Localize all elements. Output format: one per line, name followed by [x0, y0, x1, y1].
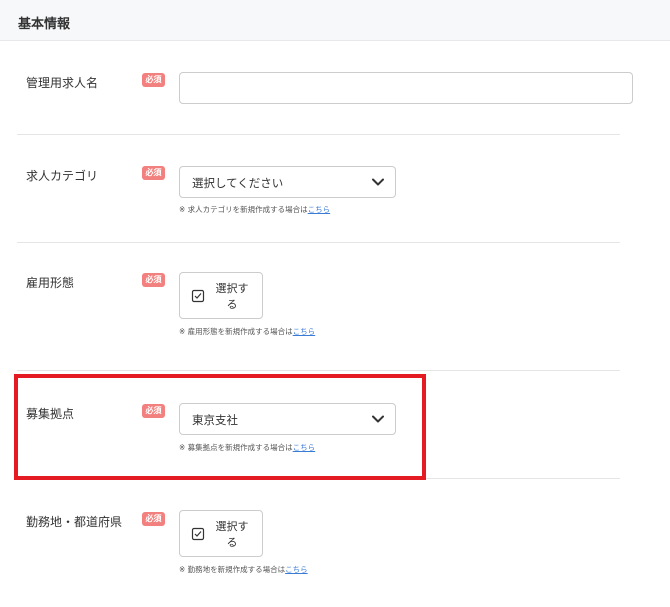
location-note-text: ※ 勤務地を新規作成する場合は: [179, 565, 286, 574]
section-header: 基本情報: [0, 0, 670, 41]
employment-label: 雇用形態: [26, 276, 75, 290]
required-badge: 必須: [142, 73, 165, 87]
divider: [17, 370, 620, 371]
section-title: 基本情報: [18, 17, 71, 32]
job-name-label: 管理用求人名: [26, 76, 99, 90]
highlight-box: [14, 374, 426, 480]
employment-create-link[interactable]: こちら: [293, 327, 316, 336]
category-create-link[interactable]: こちら: [308, 205, 331, 214]
required-badge: 必須: [142, 166, 165, 180]
location-create-link[interactable]: こちら: [285, 565, 308, 574]
category-note-text: ※ 求人カテゴリを新規作成する場合は: [179, 205, 308, 214]
category-select[interactable]: 選択してください: [179, 166, 396, 198]
category-label: 求人カテゴリ: [26, 169, 99, 183]
divider: [17, 134, 620, 135]
chevron-down-icon: [372, 178, 384, 186]
location-button-label: 選択す る: [215, 520, 249, 549]
category-note: ※ 求人カテゴリを新規作成する場合はこちら: [179, 204, 330, 215]
required-badge: 必須: [142, 512, 165, 526]
employment-select-button[interactable]: 選択す る: [179, 272, 263, 319]
location-label: 勤務地・都道府県: [26, 515, 123, 529]
location-select-button[interactable]: 選択す る: [179, 510, 263, 557]
checklist-icon: [191, 289, 205, 303]
category-select-value: 選択してください: [192, 176, 284, 190]
employment-note-text: ※ 雇用形態を新規作成する場合は: [179, 327, 293, 336]
employment-button-label: 選択す る: [215, 282, 249, 311]
checklist-icon: [191, 527, 205, 541]
location-note: ※ 勤務地を新規作成する場合はこちら: [179, 564, 308, 575]
divider: [17, 242, 620, 243]
employment-note: ※ 雇用形態を新規作成する場合はこちら: [179, 326, 315, 337]
job-name-input[interactable]: [179, 72, 633, 104]
required-badge: 必須: [142, 273, 165, 287]
